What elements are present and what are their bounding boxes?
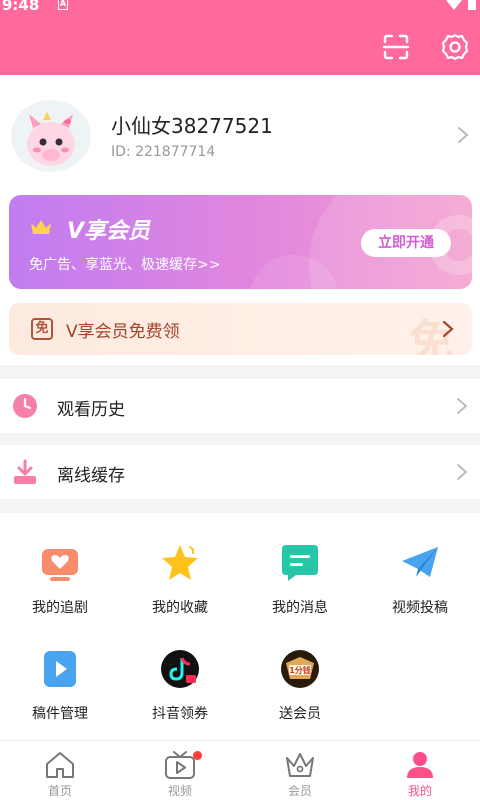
grid-item-label: 我的消息 [272,600,328,616]
grid-item-label: 送会员 [279,706,321,722]
crown-icon [286,753,314,777]
status-indicators [446,0,476,10]
battery-icon [468,0,476,10]
menu-item-label: 观看历史 [57,400,125,420]
chevron-right-icon [457,398,468,414]
tab-label: 我的 [407,784,432,798]
grid-item-video-submit[interactable]: 视频投稿 [360,513,480,616]
notification-icon: A [58,0,68,10]
tab-mine[interactable]: 我的 [360,741,480,800]
notification-dot [193,751,202,760]
clock-icon [13,394,37,418]
gear-icon[interactable] [440,32,470,62]
chevron-right-icon [457,464,468,480]
play-file-icon [44,651,76,687]
menu-item-history[interactable]: 观看历史 [0,379,480,433]
tab-label: 首页 [47,784,72,798]
grid-item-label: 抖音领券 [152,706,208,722]
douyin-icon [161,650,199,688]
grid-item-manuscript-manage[interactable]: 稿件管理 [0,619,120,722]
grid-item-label: 我的收藏 [152,600,208,616]
bottom-tab-bar: 首页 视频 会员 我的 [0,740,480,800]
tab-home[interactable]: 首页 [0,741,120,800]
grid-item-label: 我的追剧 [32,600,88,616]
tv-heart-icon [42,549,78,581]
menu-item-label: 离线缓存 [57,466,125,486]
tab-label: 视频 [167,784,192,798]
tab-label: 会员 [287,784,312,798]
grid-item-label: 视频投稿 [392,600,448,616]
scan-icon[interactable] [381,32,411,62]
wifi-icon [446,0,462,10]
username: 小仙女38277521 [111,114,273,138]
grid-item-gift-vip[interactable]: 1分钱 送会员 [240,619,360,722]
feature-grid: 我的追剧 我的收藏 我的消息 视频投稿 稿件管理 抖音领券 1分钱 送会员 [0,513,480,740]
avatar-cartoon-icon [27,112,75,166]
profile-icon [407,752,433,778]
free-badge-icon: 免 [31,318,53,340]
avatar[interactable] [11,100,91,172]
grid-item-douyin-coupon[interactable]: 抖音领券 [120,619,240,722]
free-vip-banner[interactable]: 免 免 V享会员免费领 [9,303,472,355]
tab-video[interactable]: 视频 [120,741,240,800]
vip-benefits[interactable]: 免广告、享蓝光、极速缓存>> [29,254,220,274]
grid-item-favorites[interactable]: 我的收藏 [120,513,240,616]
chevron-right-icon[interactable] [456,125,470,145]
video-icon [165,751,195,779]
vip-card[interactable]: V享会员 免广告、享蓝光、极速缓存>> 立即开通 [9,195,472,289]
home-icon [46,752,74,778]
open-vip-button[interactable]: 立即开通 [361,229,451,257]
grid-item-messages[interactable]: 我的消息 [240,513,360,616]
user-id: ID: 221877714 [111,144,216,160]
grid-item-my-series[interactable]: 我的追剧 [0,513,120,616]
message-icon [282,545,318,581]
status-time: 9:48 [2,0,40,14]
tab-vip[interactable]: 会员 [240,741,360,800]
vip-title: V享会员 [67,219,151,244]
download-icon [14,459,36,484]
top-header: 9:48 A [0,0,480,75]
profile-section: 小仙女38277521 ID: 221877714 V享会员 免广告、享蓝光、极… [0,75,480,365]
free-vip-text: V享会员免费领 [66,322,180,342]
chevron-right-icon [442,320,454,338]
gift-badge-text: 1分钱 [289,665,311,675]
grid-item-label: 稿件管理 [32,706,88,722]
star-icon [162,545,198,580]
crown-icon [31,220,51,234]
gift-vip-icon: 1分钱 [281,650,319,688]
status-bar: 9:48 A [0,0,480,16]
paper-plane-icon [402,547,438,577]
menu-item-offline-cache[interactable]: 离线缓存 [0,445,480,499]
